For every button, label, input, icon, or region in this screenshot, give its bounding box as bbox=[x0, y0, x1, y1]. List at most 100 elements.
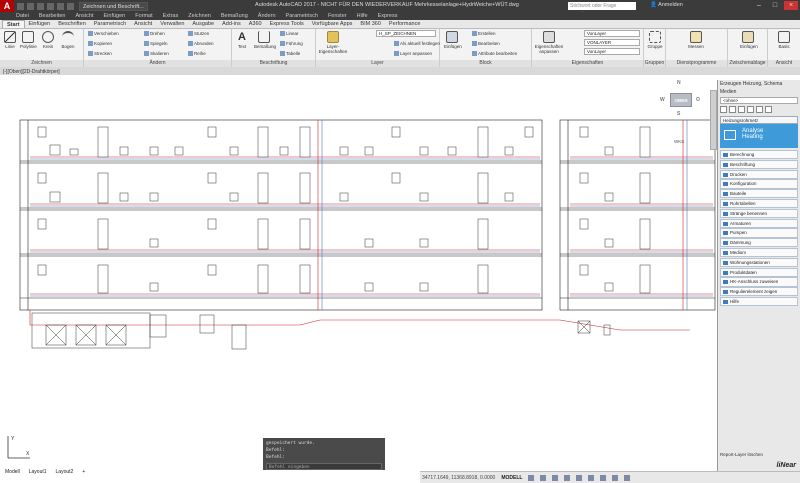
panel-title-dienstprogramme[interactable]: Dienstprogramme bbox=[666, 60, 727, 67]
menu-item[interactable]: Bemaßung bbox=[221, 13, 248, 19]
search-input[interactable]: Stichwort oder Frage eingeben bbox=[568, 2, 636, 17]
arc-button[interactable]: Bogen bbox=[60, 31, 76, 49]
menu-item[interactable]: Express bbox=[378, 13, 398, 19]
insert-block-button[interactable]: Einfügen bbox=[444, 31, 462, 49]
medium-dropdown[interactable]: <ohne> bbox=[720, 97, 798, 104]
ortho-icon[interactable] bbox=[552, 474, 559, 481]
tool-medium[interactable]: Medium bbox=[720, 247, 798, 258]
layer-dropdown[interactable]: H_SP_ZEICHNEN bbox=[376, 30, 436, 37]
tool-drucken[interactable]: Drucken bbox=[720, 169, 798, 179]
menu-item[interactable]: Zeichnen bbox=[188, 13, 211, 19]
trim-button[interactable]: Stutzen bbox=[188, 31, 209, 36]
viewcube-east[interactable]: O bbox=[696, 97, 700, 103]
grid-icon[interactable] bbox=[765, 106, 772, 113]
tab-bim360[interactable]: BIM 360 bbox=[356, 20, 384, 28]
table-button[interactable]: Tabelle bbox=[280, 51, 300, 56]
tab-layout1[interactable]: Layout1 bbox=[26, 469, 50, 475]
undo-icon[interactable] bbox=[57, 2, 64, 10]
osnap-icon[interactable] bbox=[576, 474, 583, 481]
leader-button[interactable]: Führung bbox=[280, 41, 303, 46]
panel-title-block[interactable]: Block bbox=[440, 60, 531, 67]
tool-straenge-benennen[interactable]: Stränge benennen bbox=[720, 208, 798, 219]
tool-armaturen[interactable]: Armaturen bbox=[720, 218, 798, 228]
panel-title-beschriftung[interactable]: Beschriftung bbox=[232, 60, 315, 67]
measure-button[interactable]: Messen bbox=[688, 31, 704, 49]
tab-model[interactable]: Modell bbox=[2, 469, 23, 475]
tool-hk-anschluss[interactable]: HK-Anschluss zuweisen bbox=[720, 277, 798, 287]
viewcube-face[interactable]: OBEN bbox=[670, 93, 692, 107]
rotate-button[interactable]: Drehen bbox=[144, 31, 165, 36]
plot-icon[interactable] bbox=[47, 2, 54, 10]
menu-item[interactable]: Einfügen bbox=[104, 13, 126, 19]
tab-einfuegen[interactable]: Einfügen bbox=[25, 20, 55, 28]
model-space-toggle[interactable]: MODELL bbox=[501, 475, 522, 481]
tab-a360[interactable]: A360 bbox=[245, 20, 266, 28]
fillet-button[interactable]: Abrunden bbox=[188, 41, 214, 46]
tool-bauteile[interactable]: Bauteile bbox=[720, 189, 798, 199]
palette-titlebar[interactable] bbox=[710, 90, 717, 150]
valve-icon[interactable] bbox=[747, 106, 754, 113]
tab-beschriften[interactable]: Beschriften bbox=[54, 20, 90, 28]
customize-icon[interactable] bbox=[624, 474, 631, 481]
menu-item[interactable]: Ansicht bbox=[75, 13, 93, 19]
tool-hilfe[interactable]: Hilfe bbox=[720, 296, 798, 307]
paste-button[interactable]: Einfügen bbox=[740, 31, 758, 49]
tool-rohrtabellen[interactable]: Rohrtabellen bbox=[720, 198, 798, 209]
save-icon[interactable] bbox=[37, 2, 44, 10]
lineweight-icon[interactable] bbox=[588, 474, 595, 481]
tab-start[interactable]: Start bbox=[2, 20, 25, 28]
tool-pumpen[interactable]: Pumpen bbox=[720, 228, 798, 238]
new-icon[interactable] bbox=[17, 2, 24, 10]
edit-attributes-button[interactable]: Attribute bearbeiten bbox=[472, 51, 517, 56]
mirror-button[interactable]: Spiegeln bbox=[144, 41, 168, 46]
autocad-logo[interactable]: A bbox=[0, 0, 14, 12]
tool-konfiguration[interactable]: Konfiguration bbox=[720, 179, 798, 189]
menu-item[interactable]: Ändern bbox=[258, 13, 276, 19]
tab-express-tools[interactable]: Express Tools bbox=[266, 20, 308, 28]
workspace-icon[interactable] bbox=[612, 474, 619, 481]
dimension-button[interactable]: Bemaßung bbox=[254, 31, 276, 49]
text-button[interactable]: A Text bbox=[234, 31, 250, 49]
drawing-canvas[interactable] bbox=[0, 75, 716, 468]
tool-beschriftung[interactable]: Beschriftung bbox=[720, 159, 798, 170]
make-current-button[interactable]: Als aktuell festlegen bbox=[394, 41, 440, 46]
wcs-menu[interactable]: WKS bbox=[674, 139, 684, 144]
report-layer-delete-button[interactable]: Report-Layer löschen bbox=[720, 452, 763, 457]
pump-icon[interactable] bbox=[756, 106, 763, 113]
workspace-dropdown[interactable]: Zeichnen und Beschrift... bbox=[79, 1, 148, 11]
linetype-dropdown[interactable]: VONLAYER bbox=[584, 39, 640, 46]
sign-in-button[interactable]: 👤 Anmelden bbox=[650, 2, 683, 8]
stretch-button[interactable]: Strecken bbox=[88, 51, 112, 56]
tab-ansicht[interactable]: Ansicht bbox=[130, 20, 156, 28]
tool-berechnung[interactable]: Berechnung bbox=[720, 150, 798, 160]
base-view-button[interactable]: Basis bbox=[776, 31, 792, 49]
tab-parametrisch[interactable]: Parametrisch bbox=[90, 20, 130, 28]
scale-button[interactable]: Skalieren bbox=[144, 51, 169, 56]
panel-title-aendern[interactable]: Ändern bbox=[84, 60, 231, 67]
tool-regulierelement[interactable]: Regulierelement zeigen bbox=[720, 287, 798, 297]
pen-icon[interactable] bbox=[720, 106, 727, 113]
array-button[interactable]: Reihe bbox=[188, 51, 206, 56]
tab-verwalten[interactable]: Verwalten bbox=[156, 20, 188, 28]
edit-block-button[interactable]: Bearbeiten bbox=[472, 41, 500, 46]
polar-icon[interactable] bbox=[564, 474, 571, 481]
pipe-icon[interactable] bbox=[729, 106, 736, 113]
line-button[interactable]: Linie bbox=[2, 31, 18, 49]
panel-title-eigenschaften[interactable]: Eigenschaften bbox=[532, 60, 643, 67]
snap-icon[interactable] bbox=[540, 474, 547, 481]
add-layout-button[interactable]: + bbox=[79, 469, 88, 475]
menu-item[interactable]: Extras bbox=[163, 13, 179, 19]
tab-layout2[interactable]: Layout2 bbox=[53, 469, 77, 475]
menu-item[interactable]: Fenster bbox=[328, 13, 347, 19]
tab-apps[interactable]: Vorfügbare Apps bbox=[308, 20, 357, 28]
group-button[interactable]: Gruppe bbox=[647, 31, 663, 49]
tool-produktdaten[interactable]: Produktdaten bbox=[720, 267, 798, 277]
lineweight-dropdown[interactable]: VonLayer bbox=[584, 48, 640, 55]
minimize-button[interactable]: – bbox=[752, 1, 766, 10]
menu-item[interactable]: Format bbox=[135, 13, 152, 19]
close-button[interactable]: × bbox=[784, 1, 798, 10]
polyline-button[interactable]: Polylinie bbox=[20, 31, 37, 49]
copy-button[interactable]: Kopieren bbox=[88, 41, 112, 46]
panel-title-layer[interactable]: Layer bbox=[316, 60, 439, 67]
linear-button[interactable]: Linear bbox=[280, 31, 299, 36]
